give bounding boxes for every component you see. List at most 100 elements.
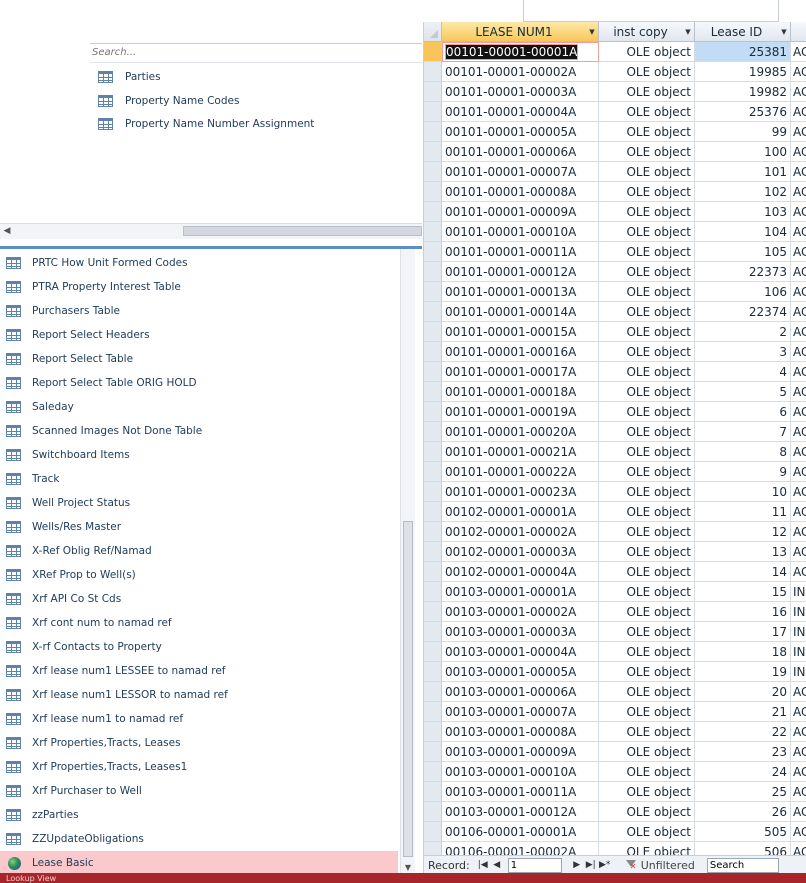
row-selector[interactable] (424, 602, 442, 622)
row-selector[interactable] (424, 722, 442, 742)
table-row[interactable]: 00101-00001-00007A OLE object 101 AC (424, 162, 806, 182)
row-selector[interactable] (424, 542, 442, 562)
cell-partial[interactable]: AC (791, 302, 806, 322)
cell-partial[interactable]: AC (791, 402, 806, 422)
cell-lease-num1[interactable]: 00101-00001-00011A (442, 242, 599, 262)
nav-item[interactable]: Purchasers Table (0, 299, 398, 323)
cell-inst-copy[interactable]: OLE object (599, 422, 695, 442)
top-nav-item[interactable]: Parties (98, 67, 161, 87)
cell-partial[interactable]: AC (791, 202, 806, 222)
vertical-scrollbar[interactable]: ▼ (400, 249, 415, 876)
nav-item[interactable]: X-rf Contacts to Property (0, 635, 398, 659)
row-selector[interactable] (424, 182, 442, 202)
cell-partial[interactable]: AC (791, 762, 806, 782)
column-header-inst-copy[interactable]: inst copy ▼ (599, 22, 695, 42)
table-row[interactable]: 00103-00001-00004A OLE object 18 IN (424, 642, 806, 662)
next-record-icon[interactable]: ▶ (570, 860, 584, 870)
cell-lease-id[interactable]: 25 (695, 782, 791, 802)
previous-record-icon[interactable]: ◀ (490, 860, 504, 870)
row-selector[interactable] (424, 122, 442, 142)
horizontal-scrollbar[interactable]: ◀ (0, 223, 422, 239)
cell-lease-num1[interactable]: 00103-00001-00008A (442, 722, 599, 742)
cell-lease-num1[interactable]: 00103-00001-00003A (442, 622, 599, 642)
cell-lease-id[interactable]: 7 (695, 422, 791, 442)
row-selector[interactable] (424, 762, 442, 782)
cell-lease-num1[interactable]: 00101-00001-00022A (442, 462, 599, 482)
cell-inst-copy[interactable]: OLE object (599, 722, 695, 742)
cell-lease-id[interactable]: 26 (695, 802, 791, 822)
table-row[interactable]: 00103-00001-00005A OLE object 19 IN (424, 662, 806, 682)
cell-lease-id[interactable]: 10 (695, 482, 791, 502)
cell-inst-copy[interactable]: OLE object (599, 682, 695, 702)
nav-item[interactable]: Switchboard Items (0, 443, 398, 467)
row-selector[interactable] (424, 302, 442, 322)
cell-lease-num1[interactable]: 00101-00001-00012A (442, 262, 599, 282)
cell-partial[interactable]: IN (791, 622, 806, 642)
cell-inst-copy[interactable]: OLE object (599, 742, 695, 762)
row-selector[interactable] (424, 242, 442, 262)
cell-lease-id[interactable]: 14 (695, 562, 791, 582)
cell-lease-id[interactable]: 19 (695, 662, 791, 682)
table-row[interactable]: 00101-00001-00001A OLE object 25381 AC (424, 42, 806, 62)
row-selector[interactable] (424, 682, 442, 702)
row-selector[interactable] (424, 142, 442, 162)
row-selector[interactable] (424, 222, 442, 242)
table-row[interactable]: 00101-00001-00003A OLE object 19982 AC (424, 82, 806, 102)
cell-inst-copy[interactable]: OLE object (599, 482, 695, 502)
filter-toggle[interactable]: Unfiltered (625, 859, 695, 872)
cell-partial[interactable]: IN (791, 642, 806, 662)
table-row[interactable]: 00102-00001-00001A OLE object 11 AC (424, 502, 806, 522)
cell-partial[interactable]: AC (791, 362, 806, 382)
nav-item[interactable]: Xrf API Co St Cds (0, 587, 398, 611)
cell-inst-copy[interactable]: OLE object (599, 822, 695, 842)
table-row[interactable]: 00101-00001-00017A OLE object 4 AC (424, 362, 806, 382)
table-row[interactable]: 00103-00001-00010A OLE object 24 AC (424, 762, 806, 782)
cell-partial[interactable]: AC (791, 682, 806, 702)
cell-partial[interactable]: AC (791, 122, 806, 142)
cell-lease-id[interactable]: 505 (695, 822, 791, 842)
cell-inst-copy[interactable]: OLE object (599, 262, 695, 282)
cell-lease-num1[interactable]: 00101-00001-00008A (442, 182, 599, 202)
cell-lease-id[interactable]: 102 (695, 182, 791, 202)
top-nav-item[interactable]: Property Name Number Assignment (98, 115, 314, 134)
row-selector[interactable] (424, 642, 442, 662)
cell-partial[interactable]: AC (791, 422, 806, 442)
cell-lease-id[interactable]: 100 (695, 142, 791, 162)
top-nav-item[interactable]: Property Name Codes (98, 91, 239, 111)
cell-lease-num1[interactable]: 00102-00001-00004A (442, 562, 599, 582)
cell-lease-id[interactable]: 22373 (695, 262, 791, 282)
cell-lease-num1[interactable]: 00101-00001-00002A (442, 62, 599, 82)
cell-lease-num1[interactable]: 00101-00001-00010A (442, 222, 599, 242)
table-row[interactable]: 00103-00001-00001A OLE object 15 IN (424, 582, 806, 602)
table-row[interactable]: 00101-00001-00020A OLE object 7 AC (424, 422, 806, 442)
row-selector[interactable] (424, 282, 442, 302)
cell-lease-id[interactable]: 16 (695, 602, 791, 622)
row-selector[interactable] (424, 802, 442, 822)
cell-partial[interactable]: AC (791, 82, 806, 102)
cell-partial[interactable]: AC (791, 182, 806, 202)
cell-lease-num1[interactable]: 00101-00001-00021A (442, 442, 599, 462)
cell-partial[interactable]: AC (791, 522, 806, 542)
dropdown-arrow-icon[interactable]: ▼ (586, 28, 598, 36)
row-selector[interactable] (424, 462, 442, 482)
table-row[interactable]: 00101-00001-00010A OLE object 104 AC (424, 222, 806, 242)
row-selector[interactable] (424, 42, 442, 62)
row-selector[interactable] (424, 422, 442, 442)
table-row[interactable]: 00101-00001-00011A OLE object 105 AC (424, 242, 806, 262)
cell-inst-copy[interactable]: OLE object (599, 442, 695, 462)
cell-partial[interactable]: AC (791, 242, 806, 262)
table-row[interactable]: 00102-00001-00002A OLE object 12 AC (424, 522, 806, 542)
row-selector[interactable] (424, 162, 442, 182)
cell-inst-copy[interactable]: OLE object (599, 62, 695, 82)
last-record-icon[interactable]: ▶| (584, 860, 598, 870)
cell-lease-num1[interactable]: 00101-00001-00018A (442, 382, 599, 402)
cell-lease-id[interactable]: 25376 (695, 102, 791, 122)
cell-partial[interactable]: AC (791, 62, 806, 82)
cell-lease-num1[interactable]: 00101-00001-00001A (442, 42, 599, 62)
cell-partial[interactable]: AC (791, 442, 806, 462)
cell-lease-id[interactable]: 25381 (695, 42, 791, 62)
cell-lease-num1[interactable]: 00101-00001-00019A (442, 402, 599, 422)
table-row[interactable]: 00103-00001-00006A OLE object 20 AC (424, 682, 806, 702)
nav-item[interactable]: Report Select Table ORIG HOLD (0, 371, 398, 395)
cell-lease-id[interactable]: 104 (695, 222, 791, 242)
